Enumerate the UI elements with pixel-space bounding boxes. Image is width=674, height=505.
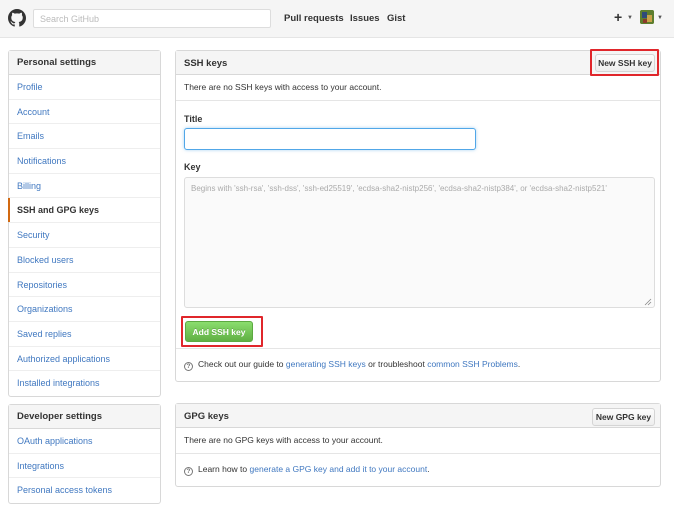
sidebar-item-emails[interactable]: Emails	[9, 124, 160, 150]
ssh-keys-header: SSH keys New SSH key	[176, 51, 660, 75]
sidebar-item-saved-replies[interactable]: Saved replies	[9, 322, 160, 347]
title-label: Title	[184, 114, 203, 124]
gpg-help-row: ? Learn how to generate a GPG key and add…	[176, 454, 660, 486]
ssh-keys-empty-row: There are no SSH keys with access to you…	[176, 75, 660, 101]
search-input[interactable]	[33, 9, 271, 28]
question-icon: ?	[184, 467, 193, 476]
ssh-keys-box: SSH keys New SSH key There are no SSH ke…	[175, 50, 661, 382]
nav-pull-requests[interactable]: Pull requests	[284, 13, 344, 24]
ssh-key-form: Title Key Add SSH key	[176, 101, 660, 349]
ssh-help-suffix: .	[517, 359, 521, 369]
sidebar-item-authorized-applications[interactable]: Authorized applications	[9, 347, 160, 372]
chevron-down-icon[interactable]: ▼	[627, 15, 633, 21]
nav-gist[interactable]: Gist	[387, 13, 405, 24]
question-icon: ?	[184, 362, 193, 371]
ssh-title-input[interactable]	[184, 128, 476, 150]
gpg-help-prefix: Learn how to	[198, 464, 250, 474]
ssh-help-prefix: Check out our guide to	[198, 359, 286, 369]
top-header: Pull requests Issues Gist + ▼ ▼	[0, 0, 674, 38]
ssh-keys-empty-text: There are no SSH keys with access to you…	[184, 82, 382, 92]
avatar-image-icon	[640, 10, 654, 24]
key-label: Key	[184, 162, 201, 172]
sidebar-item-blocked-users[interactable]: Blocked users	[9, 248, 160, 273]
resize-handle-icon[interactable]	[644, 298, 652, 306]
new-ssh-key-button[interactable]: New SSH key	[595, 54, 655, 72]
chevron-down-icon[interactable]: ▼	[657, 15, 663, 21]
gpg-keys-header: GPG keys New GPG key	[176, 404, 660, 428]
sidebar-item-security[interactable]: Security	[9, 223, 160, 248]
generating-ssh-keys-link[interactable]: generating SSH keys	[286, 359, 366, 369]
gpg-keys-title: GPG keys	[184, 411, 229, 422]
gpg-keys-box: GPG keys New GPG key There are no GPG ke…	[175, 403, 661, 487]
sidebar-item-integrations[interactable]: Integrations	[9, 454, 160, 479]
sidebar-item-repositories[interactable]: Repositories	[9, 273, 160, 298]
sidebar-item-ssh-gpg-keys[interactable]: SSH and GPG keys	[8, 198, 160, 224]
add-ssh-key-button[interactable]: Add SSH key	[185, 321, 253, 342]
developer-settings-menu: Developer settings OAuth applications In…	[8, 404, 161, 505]
sidebar-item-billing[interactable]: Billing	[9, 174, 160, 199]
sidebar-item-notifications[interactable]: Notifications	[9, 149, 160, 174]
generate-gpg-key-link[interactable]: generate a GPG key and add it to your ac…	[250, 464, 428, 474]
ssh-key-textarea[interactable]	[184, 177, 655, 308]
avatar[interactable]	[640, 10, 654, 24]
new-gpg-key-button[interactable]: New GPG key	[592, 408, 655, 426]
sidebar-item-oauth-applications[interactable]: OAuth applications	[9, 429, 160, 454]
plus-icon[interactable]: +	[614, 10, 622, 24]
common-ssh-problems-link[interactable]: common SSH Problems	[427, 359, 518, 369]
personal-settings-menu: Personal settings Profile Account Emails…	[8, 50, 161, 397]
sidebar-item-installed-integrations[interactable]: Installed integrations	[9, 371, 160, 396]
gpg-keys-empty-row: There are no GPG keys with access to you…	[176, 428, 660, 454]
menu-heading: Developer settings	[9, 405, 160, 429]
sidebar-item-account[interactable]: Account	[9, 100, 160, 125]
ssh-help-row: ? Check out our guide to generating SSH k…	[176, 349, 660, 381]
ssh-help-middle: or troubleshoot	[365, 359, 428, 369]
menu-heading: Personal settings	[9, 51, 160, 75]
github-logo-icon[interactable]	[8, 9, 26, 27]
sidebar-item-personal-access-tokens[interactable]: Personal access tokens	[9, 478, 160, 503]
nav-issues[interactable]: Issues	[350, 13, 380, 24]
gpg-keys-empty-text: There are no GPG keys with access to you…	[184, 435, 383, 445]
ssh-keys-title: SSH keys	[184, 58, 228, 69]
sidebar-item-organizations[interactable]: Organizations	[9, 297, 160, 322]
gpg-help-suffix: .	[427, 464, 430, 474]
sidebar-item-profile[interactable]: Profile	[9, 75, 160, 100]
